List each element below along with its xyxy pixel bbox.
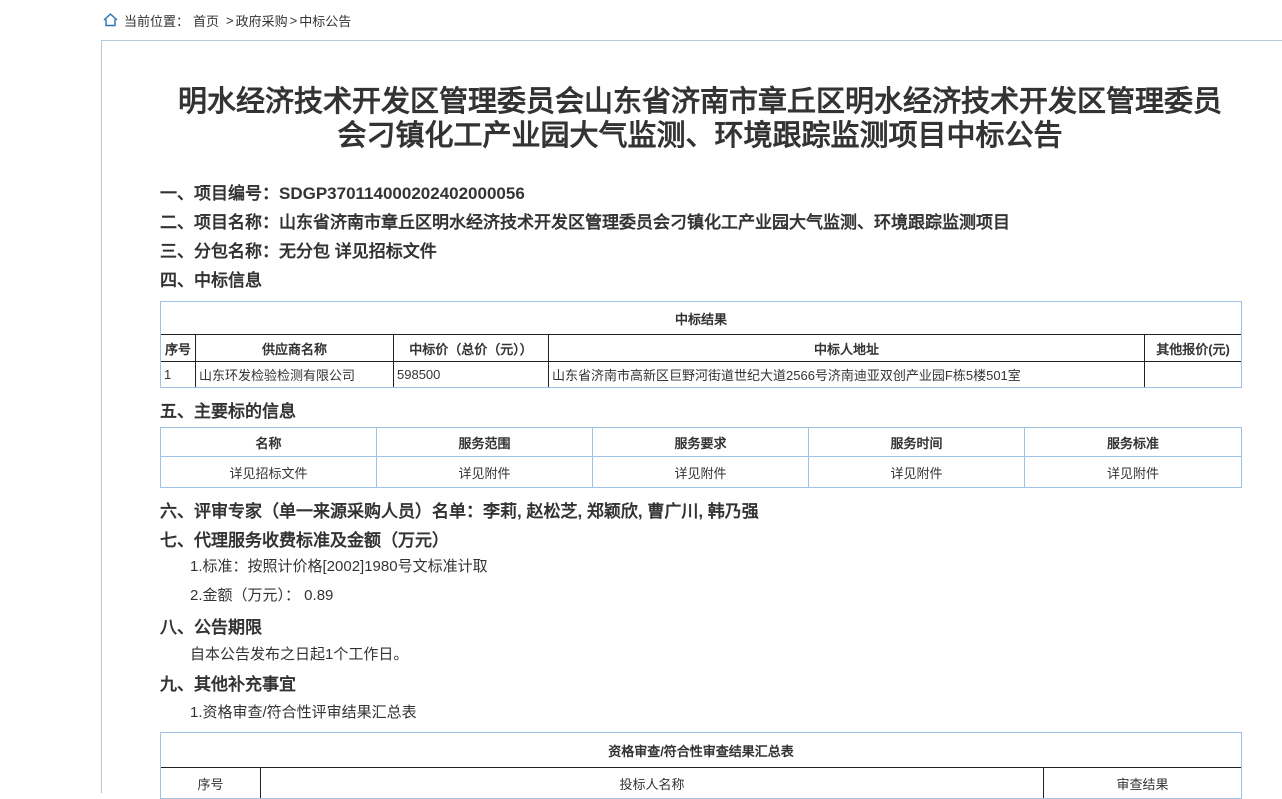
subject-cell: 详见附件: [593, 457, 809, 487]
agency-fee-standard: 1.标准：按照计价格[2002]1980号文标准计取: [190, 557, 1240, 577]
bid-col-header: 供应商名称: [196, 335, 394, 362]
project-number-value: SDGP370114000202402000056: [279, 184, 525, 203]
breadcrumb-link-gov-procurement[interactable]: 政府采购: [236, 11, 288, 30]
breadcrumb-separator: >: [290, 13, 298, 28]
content-panel: 明水经济技术开发区管理委员会山东省济南市章丘区明水经济技术开发区管理委员会刁镇化…: [101, 40, 1282, 793]
section-agency-fee-heading: 七、代理服务收费标准及金额（万元）: [160, 531, 1240, 551]
section-project-name: 二、项目名称：山东省济南市章丘区明水经济技术开发区管理委员会刁镇化工产业园大气监…: [160, 213, 1240, 233]
subpackage-value: 无分包 详见招标文件: [279, 242, 437, 261]
subject-info-table: 名称 服务范围 服务要求 服务时间 服务标准 详见招标文件 详见附件 详见附件 …: [160, 427, 1242, 488]
bid-cell-price: 598500: [394, 362, 549, 387]
table-row: 1 山东环发检验检测有限公司 598500 山东省济南市高新区巨野河街道世纪大道…: [161, 362, 1241, 387]
project-name-value: 山东省济南市章丘区明水经济技术开发区管理委员会刁镇化工产业园大气监测、环境跟踪监…: [279, 213, 1010, 232]
section-experts-heading: 六、评审专家（单一来源采购人员）名单：李莉, 赵松芝, 郑颖欣, 曹广川, 韩乃…: [160, 502, 1240, 522]
subject-col-header: 服务范围: [377, 428, 593, 457]
bid-cell-index: 1: [161, 362, 196, 387]
subject-col-header: 名称: [161, 428, 377, 457]
review-col-header: 审查结果: [1044, 768, 1241, 798]
notice-period-body: 自本公告发布之日起1个工作日。: [190, 645, 1240, 665]
other-item-review-summary: 1.资格审查/符合性评审结果汇总表: [190, 703, 1240, 723]
bid-col-header: 其他报价(元): [1145, 335, 1241, 362]
project-name-label: 二、项目名称：: [160, 213, 279, 232]
subject-cell: 详见附件: [809, 457, 1025, 487]
table-row: 详见招标文件 详见附件 详见附件 详见附件 详见附件: [161, 457, 1241, 487]
subject-col-header: 服务要求: [593, 428, 809, 457]
subject-cell: 详见附件: [1025, 457, 1241, 487]
review-col-header: 投标人名称: [261, 768, 1044, 798]
bid-result-table: 中标结果 序号 供应商名称 中标价（总价（元）） 中标人地址 其他报价(元) 1…: [160, 301, 1242, 388]
subject-col-header: 服务标准: [1025, 428, 1241, 457]
qualification-review-table: 资格审查/符合性审查结果汇总表 序号 投标人名称 审查结果: [160, 732, 1242, 799]
section-subject-info-heading: 五、主要标的信息: [160, 402, 1240, 422]
breadcrumb: 当前位置： 首页 > 政府采购 > 中标公告: [0, 0, 1282, 40]
section-notice-period-heading: 八、公告期限: [160, 618, 1240, 638]
qualification-review-table-title: 资格审查/符合性审查结果汇总表: [161, 733, 1241, 768]
project-number-label: 一、项目编号：: [160, 184, 279, 203]
subject-cell: 详见附件: [377, 457, 593, 487]
subpackage-label: 三、分包名称：: [160, 242, 279, 261]
bid-cell-supplier: 山东环发检验检测有限公司: [196, 362, 394, 387]
bid-cell-address: 山东省济南市高新区巨野河街道世纪大道2566号济南迪亚双创产业园F栋5楼501室: [549, 362, 1145, 387]
breadcrumb-link-home[interactable]: 首页: [193, 11, 219, 30]
breadcrumb-separator: >: [226, 13, 234, 28]
home-icon: [103, 13, 118, 27]
section-project-number: 一、项目编号：SDGP370114000202402000056: [160, 184, 1240, 204]
bid-cell-other-offer: [1145, 362, 1241, 387]
subject-col-header: 服务时间: [809, 428, 1025, 457]
agency-fee-amount: 2.金额（万元）： 0.89: [190, 586, 1240, 606]
breadcrumb-label: 当前位置：: [124, 11, 189, 30]
subject-cell: 详见招标文件: [161, 457, 377, 487]
bid-col-header: 序号: [161, 335, 196, 362]
bid-result-table-title: 中标结果: [161, 302, 1241, 335]
bid-col-header: 中标价（总价（元））: [394, 335, 549, 362]
section-award-info-heading: 四、中标信息: [160, 271, 1240, 291]
review-col-header: 序号: [161, 768, 261, 798]
breadcrumb-link-award-notice[interactable]: 中标公告: [299, 11, 351, 30]
section-subpackage: 三、分包名称：无分包 详见招标文件: [160, 242, 1240, 262]
section-other-heading: 九、其他补充事宜: [160, 675, 1240, 695]
page-title: 明水经济技术开发区管理委员会山东省济南市章丘区明水经济技术开发区管理委员会刁镇化…: [174, 85, 1226, 153]
bid-col-header: 中标人地址: [549, 335, 1145, 362]
